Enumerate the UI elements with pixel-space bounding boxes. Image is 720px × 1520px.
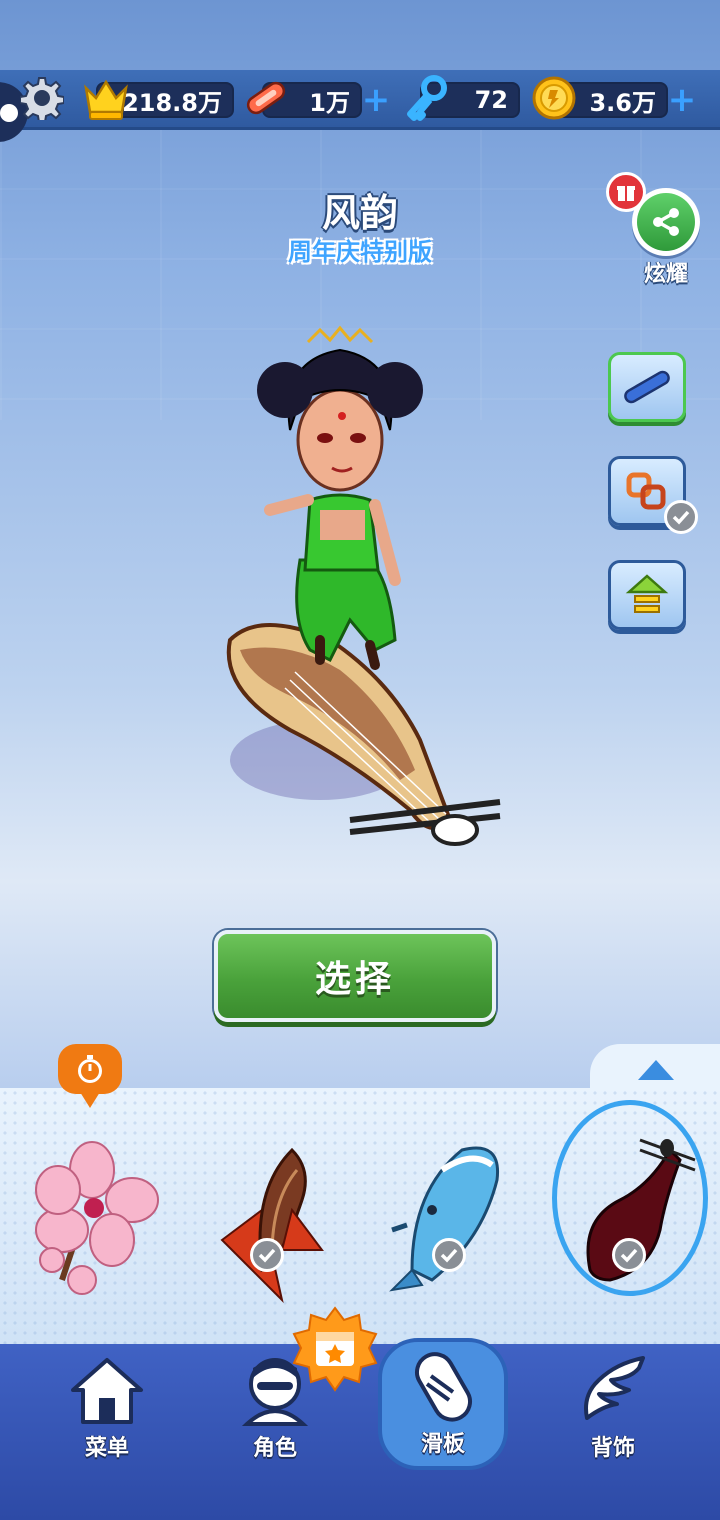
nav-board-label: 滑板 — [420, 1432, 465, 1457]
character-on-board — [200, 320, 520, 880]
coin-count-value: 3.6万 — [589, 88, 656, 117]
pipa-owned-check-icon — [612, 1238, 646, 1272]
share-icon — [637, 193, 695, 251]
expand-tray-arrow-icon[interactable] — [638, 1060, 674, 1080]
pipa-board-icon — [586, 1138, 696, 1282]
hoverboard-icon — [240, 72, 292, 124]
nav-board[interactable]: 滑板 — [378, 1338, 508, 1470]
nav-back-accessory[interactable]: 背饰 — [548, 1350, 678, 1470]
arrow-up-icon — [625, 574, 669, 613]
board-edition: 周年庆特别版 — [288, 238, 432, 266]
board-item-cherry-blossom[interactable] — [22, 1130, 172, 1310]
character-image — [257, 325, 423, 670]
power-up-button[interactable] — [608, 560, 686, 630]
home-icon — [62, 1350, 152, 1430]
nav-menu-label: 菜单 — [84, 1436, 129, 1461]
key-count-value: 72 — [474, 86, 508, 114]
share-label: 炫耀 — [643, 262, 688, 287]
settings-gear-icon[interactable] — [18, 74, 66, 122]
board-item-dragon-boat[interactable] — [202, 1130, 352, 1310]
dragon-boat-board-icon — [220, 1147, 324, 1304]
board-item-pipa[interactable] — [570, 1130, 720, 1310]
share-button[interactable]: 炫耀 — [606, 172, 708, 287]
add-boards-button[interactable]: + — [358, 80, 394, 120]
owned-check-icon — [664, 500, 698, 534]
coin-icon — [528, 72, 580, 124]
key-icon — [400, 72, 452, 124]
crown-icon — [80, 72, 132, 124]
nav-back-accessory-label: 背饰 — [590, 1436, 635, 1461]
crown-score-value: 218.8万 — [122, 88, 222, 117]
nav-character-label: 角色 — [252, 1436, 297, 1461]
board-item-whale[interactable] — [382, 1130, 532, 1310]
select-button[interactable]: 选择 — [214, 930, 496, 1022]
gift-icon — [606, 172, 646, 212]
cherry-blossom-board-icon — [35, 1141, 159, 1295]
wing-icon — [568, 1350, 658, 1430]
timer-icon — [58, 1044, 122, 1108]
chain-link-icon — [626, 472, 666, 510]
board-currency-value: 1万 — [309, 88, 350, 117]
whale-board-icon — [389, 1146, 500, 1292]
board-view-button[interactable] — [608, 352, 686, 422]
board-icon — [624, 370, 670, 404]
whale-owned-check-icon — [432, 1238, 466, 1272]
hoverboard-nav-icon — [398, 1346, 488, 1426]
nav-menu[interactable]: 菜单 — [42, 1350, 172, 1470]
add-coins-button[interactable]: + — [664, 80, 700, 120]
dragon-boat-owned-check-icon — [250, 1238, 284, 1272]
event-calendar-icon[interactable] — [292, 1306, 378, 1392]
